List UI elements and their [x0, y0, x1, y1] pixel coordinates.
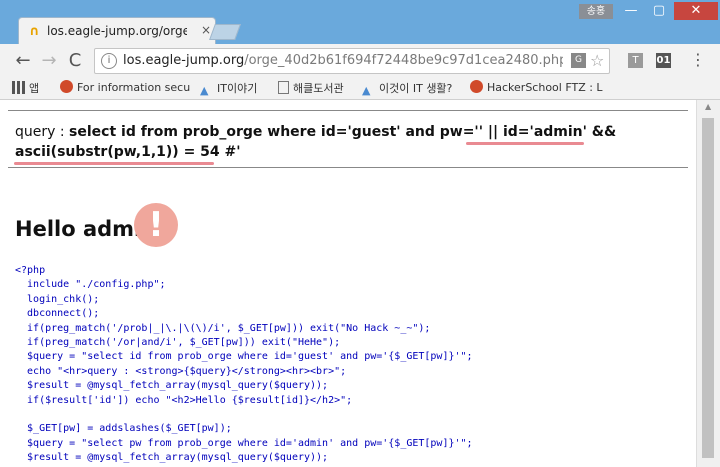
- highlight-underline: [466, 142, 584, 145]
- code-line: $_GET[pw] = addslashes($_GET[pw]);: [15, 423, 232, 435]
- code-line: $result = @mysql_fetch_array(mysql_query…: [15, 380, 329, 392]
- red-circle-icon: [60, 80, 73, 93]
- extension-01-icon[interactable]: 01: [656, 53, 671, 68]
- code-line: $query = "select id from prob_orge where…: [15, 351, 473, 363]
- close-window-button[interactable]: ✕: [674, 2, 718, 20]
- extension-t-icon[interactable]: T: [628, 53, 643, 68]
- new-tab-button[interactable]: [209, 24, 241, 40]
- page-content: query : select id from prob_orge where i…: [0, 100, 696, 467]
- tab-close-icon[interactable]: ×: [201, 23, 211, 37]
- vertical-scrollbar[interactable]: ▲: [696, 100, 720, 467]
- query-label: query :: [15, 124, 70, 140]
- divider: [8, 110, 688, 111]
- forward-button[interactable]: →: [38, 50, 60, 72]
- bookmark-label: For information secu: [77, 81, 190, 94]
- red-circle-icon: [470, 80, 483, 93]
- bookmark-it-life[interactable]: ▲ 이것이 IT 생활?: [362, 80, 452, 97]
- bookmark-info-security[interactable]: For information secu: [60, 80, 190, 94]
- site-favicon-icon: ∩: [29, 24, 40, 39]
- url-path: /orge_40d2b61f694f72448be9c97d1cea2480.p…: [244, 53, 563, 68]
- minimize-button[interactable]: —: [618, 2, 644, 20]
- code-line: dbconnect();: [15, 308, 100, 320]
- bookmark-label: HackerSchool FTZ : L: [487, 81, 603, 94]
- info-icon[interactable]: i: [101, 53, 117, 69]
- translate-icon[interactable]: G: [571, 53, 586, 68]
- code-line: if(preg_match('/prob|_|\.|\(\)/i', $_GET…: [15, 322, 431, 334]
- apps-icon: [12, 81, 25, 94]
- bookmark-hackerschool[interactable]: HackerSchool FTZ : L: [470, 80, 610, 94]
- query-line-1: select id from prob_orge where id='guest…: [69, 124, 617, 140]
- code-line: $result = @mysql_fetch_array(mysql_query…: [15, 452, 329, 464]
- triangle-icon: ▲: [200, 84, 209, 97]
- scroll-up-icon[interactable]: ▲: [705, 102, 711, 111]
- bookmark-apps[interactable]: 앱: [12, 80, 39, 96]
- code-line: include "./config.php";: [15, 279, 166, 291]
- divider: [8, 167, 688, 168]
- code-line: if(preg_match('/or|and/i', $_GET[pw])) e…: [15, 336, 341, 348]
- bookmark-it-story[interactable]: ▲ IT이야기: [200, 80, 257, 97]
- php-source-code: <?php include "./config.php"; login_chk(…: [15, 264, 685, 465]
- highlight-underline: [14, 162, 214, 165]
- bookmarks-bar: 앱 For information secu ▲ IT이야기 해클도서관 ▲ 이것이…: [0, 77, 720, 100]
- bookmark-star-icon[interactable]: ☆: [590, 51, 604, 70]
- bookmark-label: IT이야기: [217, 82, 258, 95]
- triangle-icon: ▲: [362, 84, 371, 97]
- code-line: echo "<hr>query : <strong>{$query}</stro…: [15, 365, 347, 377]
- reload-button[interactable]: C: [64, 50, 86, 72]
- tab-title: los.eagle-jump.org/orge: [47, 24, 187, 38]
- code-line: if($result['id']) echo "<h2>Hello {$resu…: [15, 394, 353, 406]
- address-bar[interactable]: i los.eagle-jump.org/orge_40d2b61f694f72…: [94, 48, 610, 74]
- browser-toolbar: ← → C i los.eagle-jump.org/orge_40d2b61f…: [0, 44, 720, 77]
- code-line: <?php: [15, 265, 46, 276]
- exclamation-annotation-icon: !: [134, 203, 178, 247]
- url-text[interactable]: los.eagle-jump.org/orge_40d2b61f694f7244…: [123, 53, 563, 68]
- bookmark-label: 해클도서관: [293, 82, 344, 95]
- bookmark-hacker-library[interactable]: 해클도서관: [278, 80, 344, 96]
- menu-icon[interactable]: ⋮: [690, 50, 706, 69]
- scroll-thumb[interactable]: [702, 118, 714, 458]
- document-icon: [278, 81, 289, 94]
- back-button[interactable]: ←: [12, 50, 34, 72]
- code-line: $query = "select pw from prob_orge where…: [15, 437, 473, 449]
- title-bar: 송홍 — ▢ ✕ ∩ los.eagle-jump.org/orge ×: [0, 0, 720, 45]
- bookmark-label: 앱: [29, 82, 40, 95]
- code-line: login_chk();: [15, 293, 100, 305]
- maximize-button[interactable]: ▢: [646, 2, 672, 20]
- browser-window: 송홍 — ▢ ✕ ∩ los.eagle-jump.org/orge × ← →…: [0, 0, 720, 467]
- user-profile-badge[interactable]: 송홍: [579, 4, 613, 19]
- query-line-2: ascii(substr(pw,1,1)) = 54 #': [15, 144, 241, 160]
- url-domain: los.eagle-jump.org: [123, 53, 245, 68]
- browser-tab[interactable]: ∩ los.eagle-jump.org/orge ×: [18, 17, 216, 45]
- bookmark-label: 이것이 IT 생활?: [379, 82, 453, 95]
